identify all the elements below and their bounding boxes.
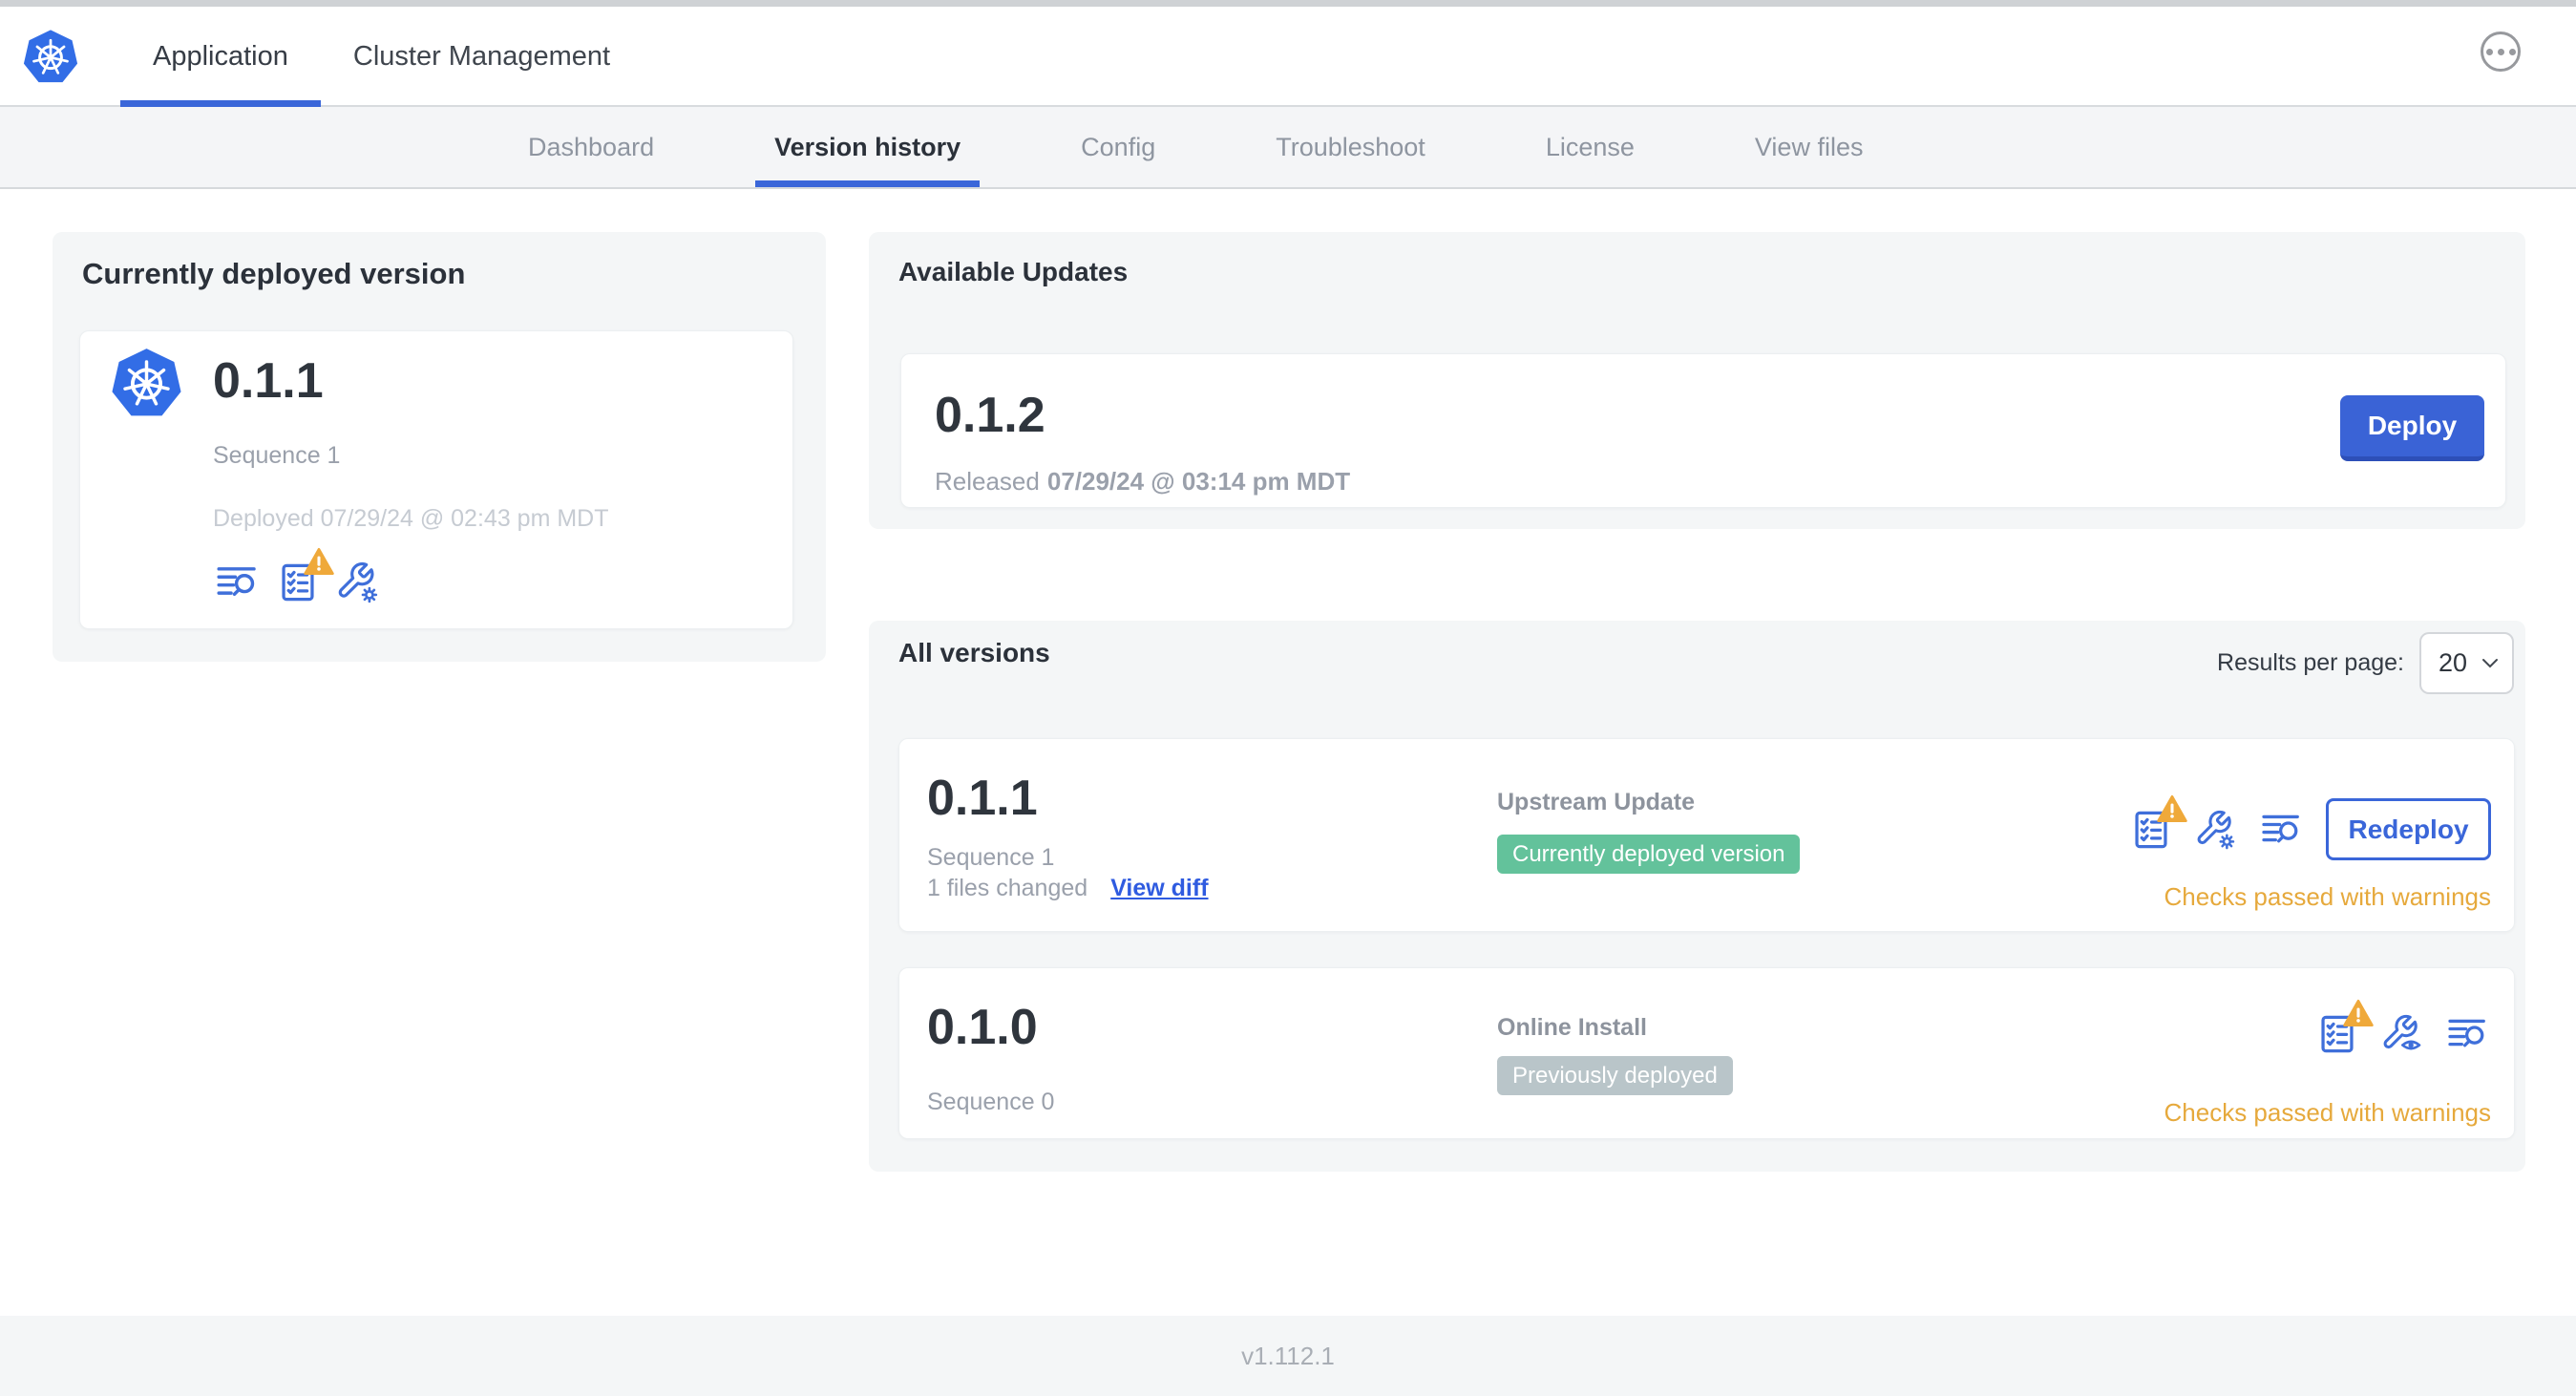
footer: v1.112.1	[0, 1316, 2576, 1396]
tab-application[interactable]: Application	[120, 7, 321, 107]
currently-deployed-card: 0.1.1 Sequence 1 Deployed 07/29/24 @ 02:…	[79, 330, 793, 629]
results-per-page: Results per page: 20	[2217, 632, 2514, 694]
ellipsis-menu-icon[interactable]	[2481, 32, 2521, 72]
logs-icon[interactable]	[2257, 809, 2305, 851]
warning-triangle-icon	[2157, 794, 2187, 822]
chevron-down-icon	[2482, 659, 2498, 668]
available-updates-panel: Available Updates 0.1.2 Released 07/29/24…	[869, 232, 2525, 529]
row-sequence: Sequence 0	[927, 1089, 1055, 1115]
current-sequence: Sequence 1	[213, 442, 341, 469]
edit-config-icon[interactable]	[2194, 809, 2236, 851]
warning-triangle-icon	[2343, 1000, 2374, 1026]
currently-deployed-title: Currently deployed version	[82, 257, 466, 290]
preflight-status-text: Checks passed with warnings	[2164, 1098, 2492, 1127]
kubernetes-logo-icon	[23, 30, 78, 83]
current-version-actions	[213, 548, 379, 604]
currently-deployed-panel: Currently deployed version 0.1.1 Sequenc…	[53, 232, 826, 662]
tab-cluster-management[interactable]: Cluster Management	[321, 7, 643, 107]
available-updates-title: Available Updates	[898, 257, 1129, 286]
preflight-checks-warning-icon[interactable]	[2315, 1000, 2374, 1056]
update-released-timestamp: Released 07/29/24 @ 03:14 pm MDT	[935, 467, 1351, 496]
preflight-checks-warning-icon[interactable]	[2129, 794, 2187, 852]
view-config-icon[interactable]	[2380, 1013, 2422, 1055]
tab-license[interactable]: License	[1527, 107, 1654, 187]
version-row-0-1-1: 0.1.1 Sequence 1 1 files changed View di…	[898, 738, 2515, 932]
version-source-label: Online Install	[1497, 1014, 1647, 1041]
logs-icon[interactable]	[213, 561, 261, 604]
tab-version-history[interactable]: Version history	[755, 107, 980, 187]
row-actions	[2315, 1000, 2491, 1056]
console-version: v1.112.1	[1241, 1341, 1335, 1370]
all-versions-title: All versions	[898, 638, 1050, 667]
window-top-strip	[0, 0, 2576, 7]
row-version-number: 0.1.1	[927, 771, 1038, 826]
tab-troubleshoot[interactable]: Troubleshoot	[1256, 107, 1445, 187]
app-subnav: Dashboard Version history Config Trouble…	[0, 107, 2576, 189]
row-actions: Redeploy	[2129, 794, 2491, 860]
row-sequence: Sequence 1	[927, 844, 1055, 871]
kubernetes-app-icon	[112, 349, 181, 416]
status-badge-previously-deployed: Previously deployed	[1497, 1056, 1733, 1095]
view-diff-link[interactable]: View diff	[1110, 875, 1208, 902]
all-versions-panel: All versions Results per page: 20 0.1.1 …	[869, 621, 2525, 1172]
app-header: Application Cluster Management	[0, 7, 2576, 107]
version-source-label: Upstream Update	[1497, 789, 1695, 815]
status-badge-currently-deployed: Currently deployed version	[1497, 835, 1801, 874]
update-version-number: 0.1.2	[935, 388, 1045, 443]
preflight-status-text: Checks passed with warnings	[2164, 882, 2492, 911]
redeploy-button[interactable]: Redeploy	[2326, 798, 2491, 860]
header-tabs: Application Cluster Management	[120, 7, 643, 107]
edit-config-icon[interactable]	[335, 561, 379, 604]
tab-view-files[interactable]: View files	[1736, 107, 1883, 187]
logs-icon[interactable]	[2443, 1013, 2491, 1055]
results-per-page-select[interactable]: 20	[2419, 632, 2514, 694]
results-per-page-label: Results per page:	[2217, 649, 2404, 676]
tab-config[interactable]: Config	[1062, 107, 1174, 187]
row-version-number: 0.1.0	[927, 1000, 1038, 1055]
version-row-0-1-0: 0.1.0 Sequence 0 Online Install Previous…	[898, 967, 2515, 1139]
preflight-checks-warning-icon[interactable]	[276, 548, 334, 604]
deploy-button[interactable]: Deploy	[2340, 395, 2484, 461]
tab-dashboard[interactable]: Dashboard	[509, 107, 673, 187]
current-deployed-timestamp: Deployed 07/29/24 @ 02:43 pm MDT	[213, 505, 609, 532]
files-changed-label: 1 files changed	[927, 875, 1088, 901]
warning-triangle-icon	[304, 548, 334, 576]
admin-console-screen: Application Cluster Management Dashboard…	[0, 0, 2576, 1396]
current-version-number: 0.1.1	[213, 353, 324, 409]
update-card: 0.1.2 Released 07/29/24 @ 03:14 pm MDT De…	[900, 353, 2506, 508]
